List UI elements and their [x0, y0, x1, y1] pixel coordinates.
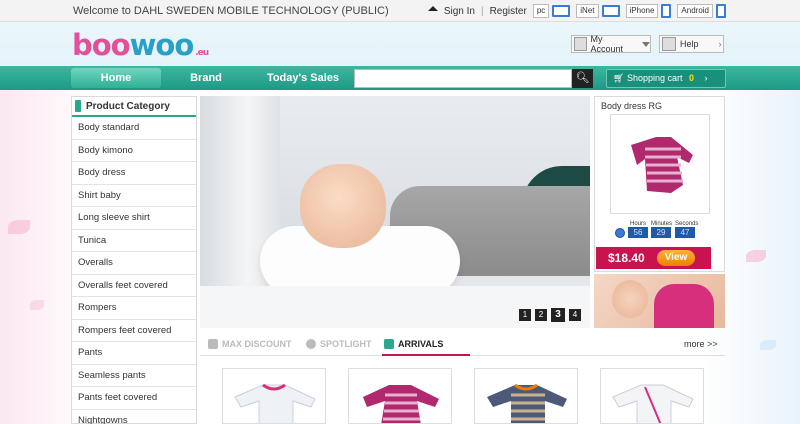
promo-photo-detail	[612, 280, 648, 318]
laptop-icon	[601, 5, 620, 17]
separator: |	[480, 5, 484, 17]
sidebar-item[interactable]: Body dress	[72, 162, 196, 185]
sidebar-item[interactable]: Long sleeve shirt	[72, 207, 196, 230]
sidebar-item[interactable]: Body standard	[72, 117, 196, 140]
sidebar-item[interactable]: Shirt baby	[72, 185, 196, 207]
phone-icon	[716, 4, 726, 18]
striped-shirt-icon	[487, 383, 567, 423]
device-android[interactable]: Android	[677, 4, 726, 18]
sidebar-item[interactable]: Seamless pants	[72, 365, 196, 387]
help-button[interactable]: Help ›	[659, 35, 724, 53]
device-label: iPhone	[625, 4, 659, 18]
banner-page-1[interactable]: 1	[519, 309, 531, 321]
hours-value: 56	[628, 227, 648, 238]
sidebar-item[interactable]: Overalls	[72, 252, 196, 275]
sidebar-title: Product Category	[72, 97, 196, 117]
site-logo[interactable]: boowoo .eu	[72, 28, 209, 62]
minutes-value: 29	[651, 227, 671, 238]
device-iphone[interactable]: iPhone	[625, 4, 672, 18]
home-icon[interactable]	[427, 5, 438, 11]
site-header: boowoo .eu My Account Help ›	[0, 22, 800, 66]
kimono-icon	[612, 384, 694, 423]
device-label: Android	[677, 4, 713, 18]
nav-brand[interactable]: Brand	[176, 66, 236, 90]
deal-product-image[interactable]	[610, 114, 710, 214]
promo-photo-detail	[654, 284, 714, 328]
deal-title[interactable]: Body dress RG	[595, 97, 724, 115]
countdown-timer: Hours 56 Minutes 29 Seconds 47	[615, 221, 698, 238]
dress-icon	[363, 385, 439, 423]
top-bar: Welcome to DAHL SWEDEN MOBILE TECHNOLOGY…	[0, 0, 800, 22]
register-link[interactable]: Register	[490, 6, 527, 17]
sidebar-item[interactable]: Rompers	[72, 297, 196, 320]
banner-page-3[interactable]: 3	[551, 308, 565, 322]
product-card[interactable]	[222, 368, 326, 424]
tab-arrivals[interactable]: ARRIVALS	[382, 334, 470, 356]
monitor-icon	[552, 5, 571, 17]
tab-spotlight[interactable]: SPOTLIGHT	[304, 334, 372, 356]
chevron-down-icon	[642, 41, 650, 47]
nav-todays-sales[interactable]: Today's Sales	[258, 66, 348, 90]
product-row	[222, 368, 722, 424]
banner-pagination: 1 2 3 4	[519, 308, 581, 322]
view-button[interactable]: View	[657, 250, 695, 266]
search-icon[interactable]: 🔍︎	[572, 69, 593, 88]
petal-decoration	[760, 340, 776, 350]
sidebar-item[interactable]: Pants feet covered	[72, 387, 196, 410]
sidebar-item[interactable]: Rompers feet covered	[72, 320, 196, 342]
seconds-value: 47	[675, 227, 696, 238]
sidebar-item[interactable]: Nightgowns	[72, 410, 196, 424]
cart-count: 0	[689, 73, 695, 83]
petal-decoration	[8, 220, 30, 234]
product-card[interactable]	[474, 368, 578, 424]
hero-banner[interactable]	[200, 96, 590, 328]
search-input[interactable]	[354, 69, 572, 88]
petal-decoration	[30, 300, 44, 310]
help-label: Help	[680, 39, 699, 49]
shopping-cart-button[interactable]: 🛒︎ Shopping cart 0 ›	[606, 69, 726, 88]
user-icon	[574, 37, 588, 51]
my-account-label: My Account	[590, 34, 624, 54]
sidebar-item[interactable]: Tunica	[72, 230, 196, 252]
top-links: Sign In | Register pc iNet iPhone Androi…	[427, 4, 726, 18]
sidebar-item[interactable]: Body kimono	[72, 140, 196, 162]
shirt-icon	[234, 383, 316, 423]
device-pc[interactable]: pc	[532, 4, 571, 18]
category-sidebar: Product Category Body standard Body kimo…	[71, 96, 197, 424]
help-icon	[662, 37, 676, 51]
sign-in-link[interactable]: Sign In	[444, 6, 475, 17]
banner-page-4[interactable]: 4	[569, 309, 581, 321]
spotlight-icon	[306, 339, 316, 349]
product-card[interactable]	[600, 368, 704, 424]
arrivals-icon	[384, 339, 394, 349]
banner-page-2[interactable]: 2	[535, 309, 547, 321]
chevron-right-icon: ›	[718, 39, 722, 49]
deal-box: Body dress RG Hours 56 Minutes 29 Second…	[594, 96, 725, 272]
device-label: iNet	[576, 4, 599, 18]
phone-icon	[661, 4, 672, 18]
my-account-button[interactable]: My Account	[571, 34, 651, 54]
more-link[interactable]: more >>	[684, 339, 718, 349]
promo-baby-image[interactable]	[594, 274, 725, 328]
clock-icon	[615, 228, 625, 238]
dress-icon	[631, 137, 693, 193]
sidebar-item[interactable]: Pants	[72, 342, 196, 365]
discount-icon	[208, 339, 218, 349]
product-card[interactable]	[348, 368, 452, 424]
sidebar-item[interactable]: Overalls feet covered	[72, 275, 196, 297]
banner-baby-image	[300, 164, 386, 248]
welcome-text: Welcome to DAHL SWEDEN MOBILE TECHNOLOGY…	[73, 5, 389, 17]
tab-max-discount[interactable]: MAX DISCOUNT	[206, 334, 292, 356]
petal-decoration	[746, 250, 766, 262]
product-tabs: MAX DISCOUNT SPOTLIGHT ARRIVALS	[200, 334, 725, 356]
nav-home[interactable]: Home	[71, 68, 161, 88]
chevron-right-icon: ›	[704, 73, 708, 83]
cart-icon: 🛒︎	[613, 73, 625, 83]
device-label: pc	[532, 4, 550, 18]
device-inet[interactable]: iNet	[576, 4, 620, 18]
cart-label: Shopping cart	[626, 73, 683, 83]
